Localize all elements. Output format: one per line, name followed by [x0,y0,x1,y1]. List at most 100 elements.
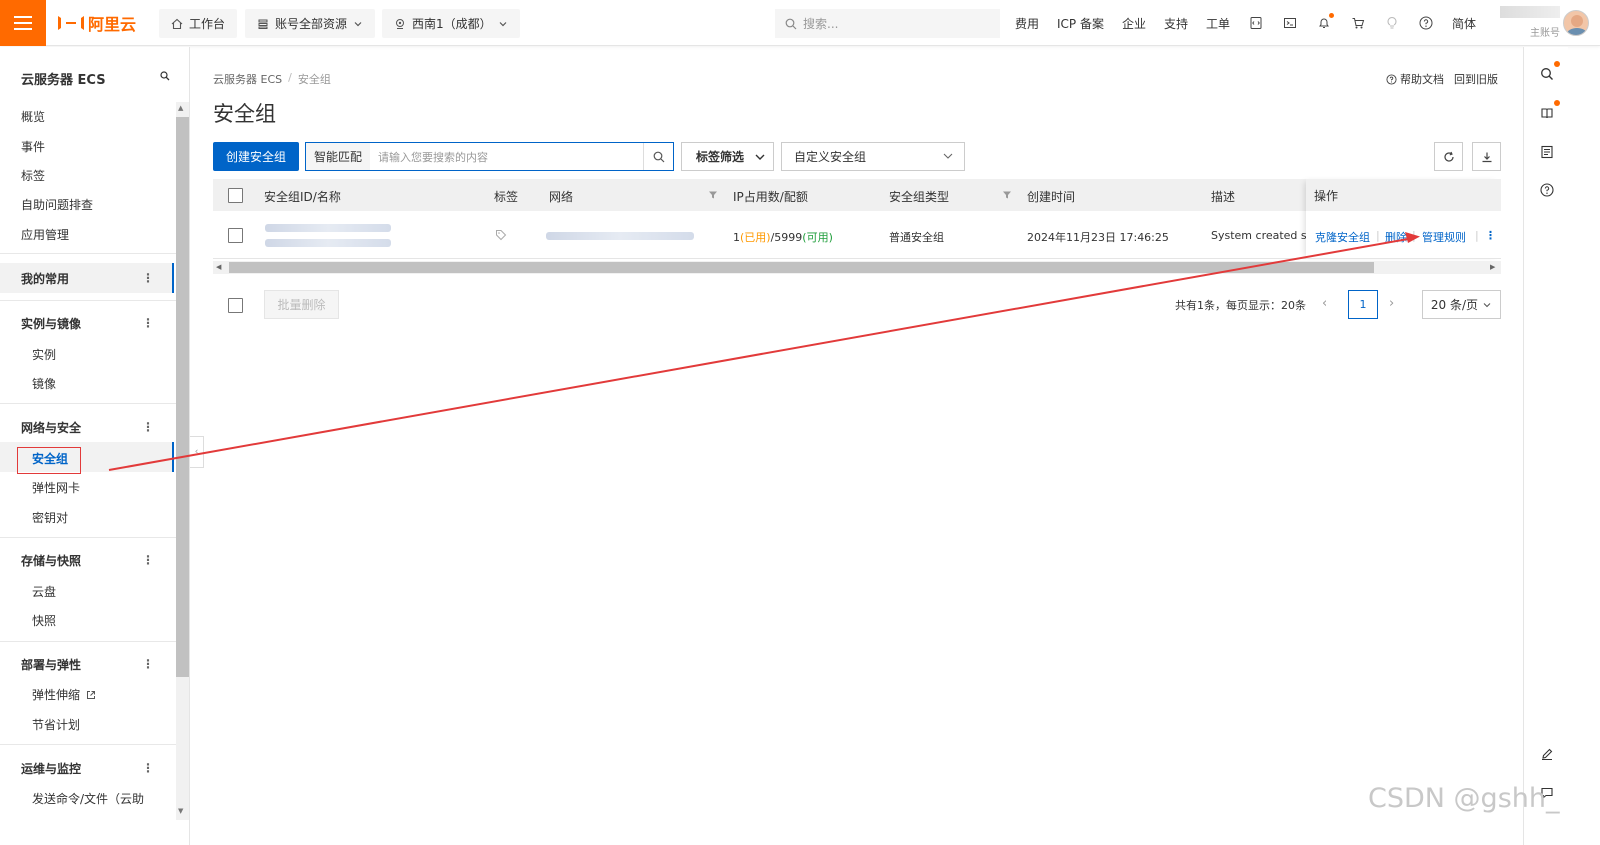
top-navbar: 阿里云 工作台 账号全部资源 西南1（成都） 搜索... 费用 ICP 备案 企… [0,0,1600,46]
help-doc-link[interactable]: 帮助文档 [1386,71,1444,87]
sidebar-item-savings-plan[interactable]: 节省计划 [32,716,80,733]
create-security-group-button[interactable]: 创建安全组 [213,142,299,171]
batch-select-checkbox[interactable] [228,298,243,313]
workbench-label: 工作台 [189,17,226,31]
sidebar-group-instances[interactable]: 实例与镜像 ⋮ [0,308,176,338]
page-size-label: 20 条/页 [1430,298,1479,312]
bell-icon[interactable] [1316,13,1335,31]
more-icon[interactable]: ⋮ [142,553,154,567]
lightbulb-icon[interactable] [1384,15,1400,31]
sidebar-group-label: 网络与安全 [21,420,82,435]
operations-column: 操作 [1306,179,1501,259]
clone-security-group-link[interactable]: 克隆安全组 [1315,229,1370,245]
sidebar-item-eni[interactable]: 弹性网卡 [32,479,80,496]
sidebar-item-events[interactable]: 事件 [21,138,45,155]
column-header-operations: 操作 [1314,189,1339,203]
next-page-icon[interactable]: › [1389,296,1394,311]
avatar[interactable] [1563,10,1589,36]
sidebar-item-image[interactable]: 镜像 [32,375,56,392]
sidebar-scrollbar-thumb[interactable] [176,117,189,677]
security-group-name-redacted [265,239,391,247]
search-icon[interactable] [1538,61,1560,83]
scroll-right-icon[interactable]: ▶ [1490,263,1495,271]
tag-icon[interactable] [495,229,507,241]
more-actions-icon[interactable]: ⋮ [1485,229,1496,242]
code-icon[interactable] [1248,15,1264,31]
breadcrumb-ecs[interactable]: 云服务器 ECS [213,71,282,87]
aliyun-logo[interactable]: 阿里云 [58,10,136,36]
sidebar-search-icon[interactable] [160,71,170,81]
global-search-input[interactable]: 搜索... [775,9,1000,38]
sidebar-item-send-command[interactable]: 发送命令/文件（云助 [32,790,144,807]
sidebar-item-disk[interactable]: 云盘 [32,583,56,600]
prev-page-icon[interactable]: ‹ [1322,296,1327,311]
search-mode-select[interactable]: 智能匹配 [306,143,370,170]
network-vpc-redacted[interactable] [546,232,694,240]
sidebar-group-deploy[interactable]: 部署与弹性 ⋮ [0,649,176,679]
scroll-left-icon[interactable]: ◀ [216,263,221,271]
book-icon[interactable] [1538,100,1560,122]
row-checkbox[interactable] [228,228,243,243]
tag-filter-dropdown[interactable]: 标签筛选 [681,142,774,171]
help-icon[interactable] [1538,181,1556,199]
search-bar[interactable]: 智能匹配 请输入您要搜索的内容 [305,142,674,171]
sidebar-group-favorites[interactable]: 我的常用 ⋮ [0,263,176,293]
search-icon [785,18,797,29]
terminal-icon[interactable] [1282,15,1298,31]
sidebar-group-storage[interactable]: 存储与快照 ⋮ [0,545,176,575]
sidebar-group-label: 我的常用 [21,271,70,286]
sidebar-item-troubleshoot[interactable]: 自助问题排查 [21,196,93,213]
custom-security-group-select[interactable]: 自定义安全组 [781,142,965,171]
export-button[interactable] [1472,142,1501,171]
batch-delete-button[interactable]: 批量删除 [264,290,339,319]
help-icon[interactable] [1418,15,1434,31]
top-link-enterprise[interactable]: 企业 [1122,15,1146,32]
sidebar-collapse-handle[interactable]: ‹ [190,436,204,468]
account-info[interactable]: 主账号 [1490,6,1560,40]
download-icon [1482,152,1491,162]
security-group-id-redacted[interactable] [265,224,391,232]
more-icon[interactable]: ⋮ [142,316,154,330]
page-number-current[interactable]: 1 [1348,290,1378,319]
sidebar-item-snapshot[interactable]: 快照 [32,612,56,629]
scroll-down-icon[interactable]: ▼ [178,807,183,815]
more-icon[interactable]: ⋮ [142,420,154,434]
menu-icon[interactable] [0,0,46,46]
sidebar-item-overview[interactable]: 概览 [21,108,45,125]
top-link-fees[interactable]: 费用 [1015,15,1039,32]
select-all-checkbox[interactable] [228,188,243,203]
delete-link[interactable]: 删除 [1385,229,1407,245]
account-scope-dropdown[interactable]: 账号全部资源 [245,9,376,38]
sidebar-item-app-management[interactable]: 应用管理 [21,226,69,243]
sidebar-item-keypair[interactable]: 密钥对 [32,509,68,526]
more-icon[interactable]: ⋮ [142,761,154,775]
more-icon[interactable]: ⋮ [142,657,154,671]
scroll-up-icon[interactable]: ▲ [178,104,183,112]
manage-rules-link[interactable]: 管理规则 [1422,229,1466,245]
sidebar-group-ops[interactable]: 运维与监控 ⋮ [0,753,176,783]
edit-icon[interactable] [1538,745,1556,763]
column-header-type: 安全组类型 [889,190,950,204]
refresh-button[interactable] [1434,142,1463,171]
top-link-icp[interactable]: ICP 备案 [1057,15,1104,32]
filter-icon[interactable] [708,190,718,200]
notes-icon[interactable] [1538,143,1556,161]
workbench-button[interactable]: 工作台 [159,9,238,38]
language-switch[interactable]: 简体 [1452,15,1476,32]
page-size-select[interactable]: 20 条/页 [1422,290,1501,319]
sidebar-item-autoscaling[interactable]: 弹性伸缩 [32,686,96,703]
table-scrollbar-thumb[interactable] [229,262,1374,273]
more-icon[interactable]: ⋮ [142,271,154,285]
back-to-old-link[interactable]: 回到旧版 [1454,71,1498,87]
search-button[interactable] [643,143,673,170]
top-link-ticket[interactable]: 工单 [1206,15,1230,32]
op-separator: | [1475,229,1479,242]
region-dropdown[interactable]: 西南1（成都） [382,9,520,38]
cart-icon[interactable] [1350,15,1366,31]
sidebar-item-tags[interactable]: 标签 [21,167,45,184]
sidebar-group-network[interactable]: 网络与安全 ⋮ [0,412,176,442]
search-input[interactable]: 请输入您要搜索的内容 [370,149,643,165]
sidebar-item-instance[interactable]: 实例 [32,346,56,363]
top-link-support[interactable]: 支持 [1164,15,1188,32]
filter-icon[interactable] [1002,190,1012,200]
